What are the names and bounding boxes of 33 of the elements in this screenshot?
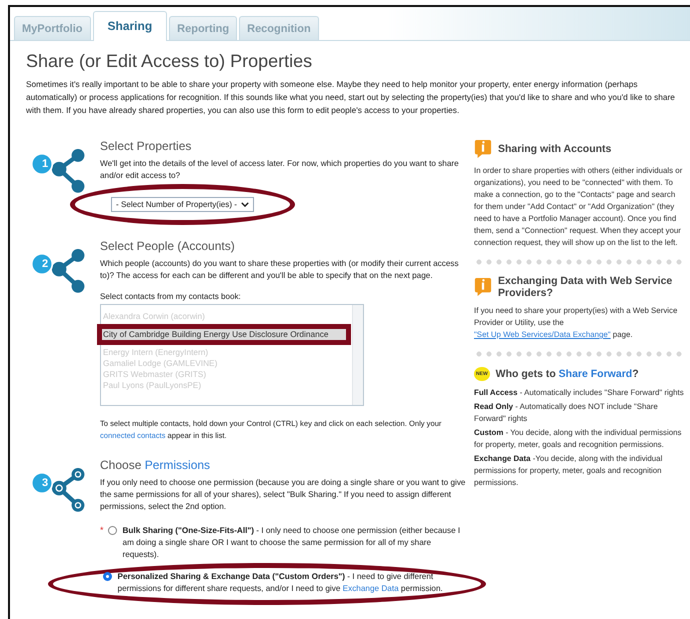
step-title: Choose Permissions <box>100 458 212 472</box>
step-number: 3 <box>40 477 50 489</box>
scrollbar[interactable] <box>352 305 363 405</box>
step-description: Which people (accounts) do you want to share these properties with (or modify their current access to)? The access for each can be different and you'll be able to specify that on the next page. <box>100 258 460 282</box>
step-title: Select People (Accounts) <box>100 239 236 253</box>
sidebar-title: Exchanging Data with Web Service Providers? <box>498 275 674 299</box>
page-title: Share (or Edit Access to) Properties <box>26 51 314 72</box>
radio-button[interactable] <box>102 572 112 581</box>
tab[interactable]: Sharing <box>92 11 168 41</box>
contact-option[interactable]: City of Cambridge Building Energy Use Disclosure Ordinance <box>97 324 351 345</box>
intro-text: Sometimes it's really important to be able to share your property with someone else. Maybe they need to help monitor your property, enter energy information (perhaps automatically) or process applications for recognition. If this sounds like what you need, start out by selecting the property(ies) that you'd like to share and who you'd like to share with them. If you have already shared properties, you can also use this form to edit people's access to your properties. <box>26 78 676 117</box>
share-forward-link[interactable]: Share Forward <box>558 368 632 380</box>
radio-button[interactable] <box>108 526 117 535</box>
tab[interactable]: Reporting <box>169 16 238 40</box>
list-label: Select contacts from my contacts book: <box>100 292 242 301</box>
step-title: Select Properties <box>100 139 192 153</box>
required-mark: * <box>100 525 104 537</box>
caret-icon <box>241 202 249 207</box>
step-description: If you only need to choose one permission (because you are doing a single share or you want to give the same permissions for all of your shares), select "Bulk Sharing." If you need to assign different permissions, select the 2nd option. <box>100 477 466 513</box>
tab[interactable]: MyPortfolio <box>14 16 90 40</box>
property-count-dropdown[interactable]: - Select Number of Property(ies) - <box>111 197 254 212</box>
info-icon <box>474 277 492 297</box>
sidebar-title: Who gets to Share Forward? <box>496 368 639 380</box>
permissions-link[interactable]: Permissions <box>144 458 210 472</box>
sidebar-title: Sharing with Accounts <box>498 143 612 155</box>
tab[interactable]: Recognition <box>239 16 319 40</box>
step-number: 2 <box>40 258 50 270</box>
exchange-data-link[interactable]: Exchange Data <box>342 584 399 593</box>
info-icon <box>474 139 492 159</box>
option-text: Bulk Sharing ("One-Size-Fits-All") - I only need to choose one permission (either because I am doing a single share OR I want to choose the same permission for all of my share requests). <box>122 525 462 561</box>
step-description: We'll get into the details of the level of access later. For now, which properties do you want to share and/or edit access to? <box>100 158 460 182</box>
step-number: 1 <box>40 158 50 170</box>
option-text: Personalized Sharing & Exchange Data ("Custom Orders") - I need to give different permissions for different share requests, and/or I need to give Exchange Data permission. <box>118 571 444 595</box>
